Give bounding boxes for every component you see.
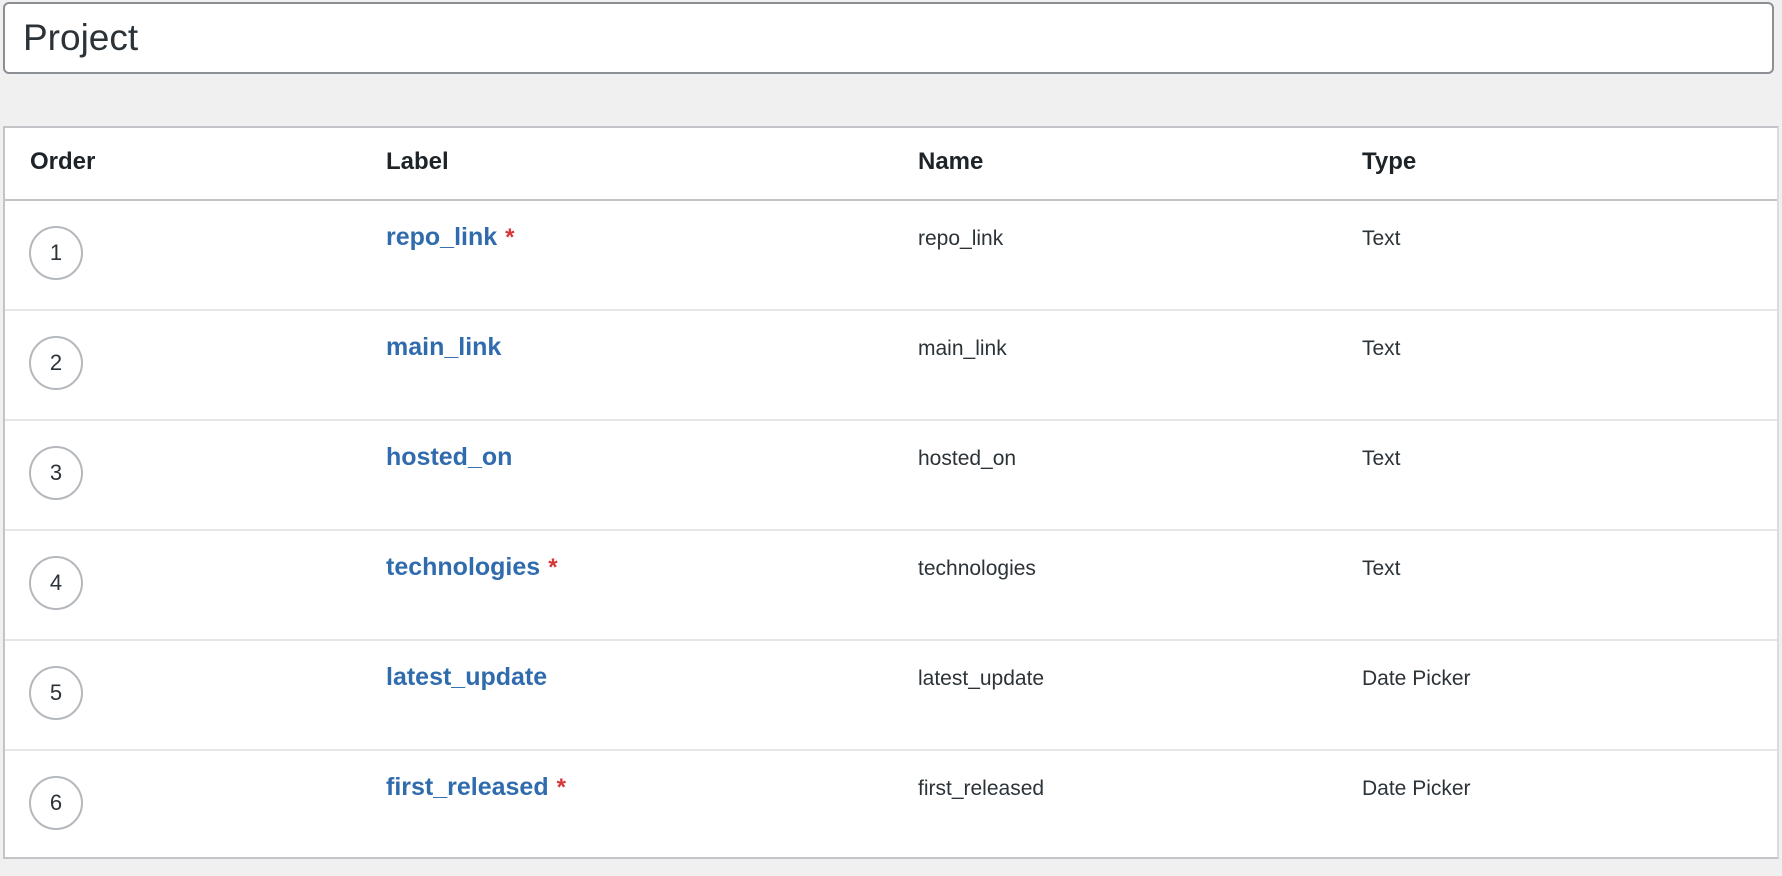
field-name: first_released [918, 777, 1045, 800]
field-label: main_link [386, 333, 502, 361]
required-marker: * [548, 554, 558, 581]
order-handle[interactable]: 1 [29, 226, 83, 280]
field-type: Text [1362, 557, 1401, 580]
field-name: repo_link [918, 227, 1004, 250]
field-type: Date Picker [1362, 777, 1471, 800]
required-marker: * [505, 224, 515, 251]
table-header: Order Label Name Type [5, 128, 1777, 201]
order-handle[interactable]: 4 [29, 556, 83, 610]
field-label: repo_link [386, 223, 498, 251]
table-row: 5 latest_update latest_update Date Picker [5, 641, 1777, 751]
field-label-link[interactable]: technologies * [386, 553, 558, 582]
table-row: 2 main_link main_link Text [5, 311, 1777, 421]
field-label-link[interactable]: hosted_on [386, 443, 512, 472]
field-label: technologies [386, 553, 541, 581]
title-input[interactable] [3, 2, 1774, 74]
order-handle[interactable]: 5 [29, 666, 83, 720]
field-label-link[interactable]: repo_link * [386, 223, 515, 252]
header-order: Order [30, 148, 96, 175]
table-row: 1 repo_link * repo_link Text [5, 201, 1777, 311]
table-row: 3 hosted_on hosted_on Text [5, 421, 1777, 531]
field-type: Text [1362, 227, 1401, 250]
order-handle[interactable]: 2 [29, 336, 83, 390]
field-type: Date Picker [1362, 667, 1471, 690]
field-label-link[interactable]: first_released * [386, 773, 566, 802]
order-handle[interactable]: 6 [29, 776, 83, 830]
field-name: latest_update [918, 667, 1045, 690]
required-marker: * [556, 774, 566, 801]
order-handle[interactable]: 3 [29, 446, 83, 500]
field-name: technologies [918, 557, 1036, 580]
header-type: Type [1362, 148, 1417, 175]
header-label: Label [386, 148, 449, 175]
field-name: hosted_on [918, 447, 1017, 470]
field-label-link[interactable]: main_link [386, 333, 501, 362]
table-row: 4 technologies * technologies Text [5, 531, 1777, 641]
field-label-link[interactable]: latest_update [386, 663, 547, 692]
field-type: Text [1362, 447, 1401, 470]
field-label: latest_update [386, 663, 548, 691]
field-label: hosted_on [386, 443, 513, 471]
header-name: Name [918, 148, 984, 175]
field-label: first_released [386, 773, 549, 801]
fields-table: Order Label Name Type 1 repo_link * repo_li… [3, 126, 1779, 859]
table-row: 6 first_released * first_released Date Picke… [5, 751, 1777, 861]
field-type: Text [1362, 337, 1401, 360]
field-name: main_link [918, 337, 1007, 360]
